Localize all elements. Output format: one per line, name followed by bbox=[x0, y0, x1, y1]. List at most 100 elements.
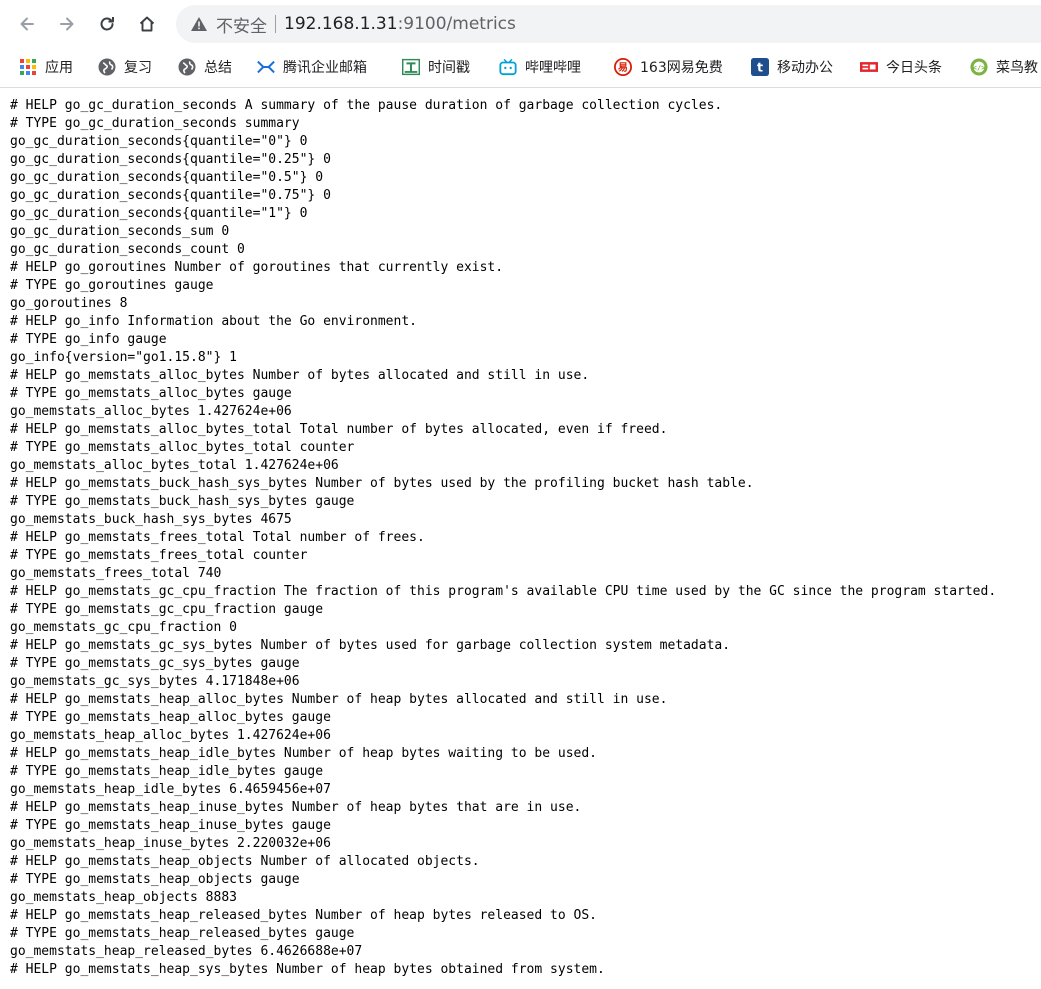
metric-line: go_memstats_gc_sys_bytes 4.171848e+06 bbox=[10, 674, 300, 689]
bookmark-label: 腾讯企业邮箱 bbox=[283, 60, 367, 76]
metric-line: # HELP go_gc_duration_seconds A summary … bbox=[10, 98, 723, 113]
metric-line: # TYPE go_memstats_gc_sys_bytes gauge bbox=[10, 656, 300, 671]
svg-text:</>: </> bbox=[973, 63, 987, 72]
reload-button[interactable] bbox=[89, 6, 125, 42]
arrow-left-icon bbox=[20, 17, 34, 31]
metric-line: # HELP go_memstats_gc_sys_bytes Number o… bbox=[10, 638, 731, 653]
bookmark-toutiao[interactable]: 今日头条 bbox=[860, 52, 942, 82]
bookmark-label: 今日头条 bbox=[886, 60, 942, 76]
bookmark-bilibili[interactable]: 哔哩哔哩 bbox=[499, 52, 581, 82]
apps-grid-icon bbox=[19, 58, 37, 76]
globe-icon bbox=[178, 58, 196, 76]
address-divider bbox=[275, 15, 276, 33]
metric-line: go_gc_duration_seconds_count 0 bbox=[10, 242, 245, 257]
bookmark-label: 时间戳 bbox=[428, 60, 470, 76]
t-icon: t bbox=[751, 58, 769, 76]
home-button[interactable] bbox=[129, 6, 165, 42]
metric-line: # TYPE go_memstats_frees_total counter bbox=[10, 548, 308, 563]
forward-button[interactable] bbox=[49, 6, 85, 42]
bookmark-summary[interactable]: 总结 bbox=[178, 52, 232, 82]
metric-line: go_memstats_gc_cpu_fraction 0 bbox=[10, 620, 237, 635]
metric-line: # HELP go_memstats_gc_cpu_fraction The f… bbox=[10, 584, 997, 599]
metric-line: go_gc_duration_seconds{quantile="0.5"} 0 bbox=[10, 170, 324, 185]
metric-line: # TYPE go_memstats_alloc_bytes_total cou… bbox=[10, 440, 355, 455]
back-button[interactable] bbox=[9, 6, 45, 42]
bookmark-runoob[interactable]: </> 菜鸟教 bbox=[970, 52, 1038, 82]
metric-line: go_info{version="go1.15.8"} 1 bbox=[10, 350, 237, 365]
metric-line: # HELP go_memstats_alloc_bytes_total Tot… bbox=[10, 422, 668, 437]
address-bar[interactable]: 不安全 192.168.1.31:9100/metrics bbox=[176, 5, 1041, 43]
globe-icon bbox=[98, 58, 116, 76]
url-host: 192.168.1.31 bbox=[284, 14, 398, 34]
metric-line: go_gc_duration_seconds{quantile="0.75"} … bbox=[10, 188, 331, 203]
metric-line: # HELP go_memstats_heap_alloc_bytes Numb… bbox=[10, 692, 668, 707]
metric-line: go_memstats_heap_objects 8883 bbox=[10, 890, 237, 905]
arrow-right-icon bbox=[60, 17, 74, 31]
security-label[interactable]: 不安全 bbox=[216, 12, 267, 37]
metric-line: # TYPE go_memstats_heap_inuse_bytes gaug… bbox=[10, 818, 331, 833]
metric-line: # TYPE go_info gauge bbox=[10, 332, 167, 347]
bookmark-review[interactable]: 复习 bbox=[98, 52, 152, 82]
bookmark-label: 复习 bbox=[124, 60, 152, 76]
bookmark-label: 哔哩哔哩 bbox=[525, 60, 581, 76]
metric-line: go_memstats_frees_total 740 bbox=[10, 566, 222, 581]
metric-line: go_memstats_heap_released_bytes 6.462668… bbox=[10, 944, 363, 959]
bookmark-label: 应用 bbox=[45, 60, 73, 76]
netease-icon: 易 bbox=[614, 58, 632, 76]
toutiao-icon bbox=[860, 58, 878, 76]
svg-text:易: 易 bbox=[618, 62, 628, 74]
metric-line: # TYPE go_memstats_buck_hash_sys_bytes g… bbox=[10, 494, 355, 509]
metric-line: go_gc_duration_seconds{quantile="0"} 0 bbox=[10, 134, 308, 149]
reload-icon bbox=[100, 17, 114, 31]
browser-toolbar: 不安全 192.168.1.31:9100/metrics bbox=[0, 0, 1041, 47]
metric-line: # TYPE go_goroutines gauge bbox=[10, 278, 214, 293]
metric-line: go_memstats_buck_hash_sys_bytes 4675 bbox=[10, 512, 292, 527]
metric-line: # HELP go_memstats_frees_total Total num… bbox=[10, 530, 425, 545]
metric-line: # HELP go_memstats_heap_objects Number o… bbox=[10, 854, 480, 869]
metrics-text: # HELP go_gc_duration_seconds A summary … bbox=[10, 97, 1041, 979]
runoob-icon: </> bbox=[970, 58, 988, 76]
metric-line: # HELP go_memstats_heap_released_bytes N… bbox=[10, 908, 597, 923]
metric-line: go_memstats_alloc_bytes_total 1.427624e+… bbox=[10, 458, 339, 473]
home-icon bbox=[139, 16, 155, 32]
svg-text:t: t bbox=[757, 60, 763, 75]
metric-line: go_memstats_alloc_bytes 1.427624e+06 bbox=[10, 404, 292, 419]
metric-line: # HELP go_memstats_alloc_bytes Number of… bbox=[10, 368, 590, 383]
metric-line: go_memstats_heap_alloc_bytes 1.427624e+0… bbox=[10, 728, 331, 743]
metric-line: go_gc_duration_seconds_sum 0 bbox=[10, 224, 230, 239]
metric-line: # HELP go_memstats_heap_inuse_bytes Numb… bbox=[10, 800, 582, 815]
metric-line: # HELP go_memstats_heap_idle_bytes Numbe… bbox=[10, 746, 597, 761]
bookmark-label: 菜鸟教 bbox=[996, 60, 1038, 76]
tencent-mail-icon bbox=[257, 58, 275, 76]
metric-line: # TYPE go_memstats_heap_objects gauge bbox=[10, 872, 300, 887]
bookmark-apps[interactable]: 应用 bbox=[19, 52, 73, 82]
metric-line: go_memstats_heap_inuse_bytes 2.220032e+0… bbox=[10, 836, 331, 851]
metric-line: # HELP go_memstats_heap_sys_bytes Number… bbox=[10, 962, 605, 977]
metric-line: # TYPE go_memstats_gc_cpu_fraction gauge bbox=[10, 602, 324, 617]
metric-line: # HELP go_memstats_buck_hash_sys_bytes N… bbox=[10, 476, 754, 491]
metric-line: go_goroutines 8 bbox=[10, 296, 128, 311]
timestamp-icon bbox=[402, 58, 420, 76]
bookmark-timestamp[interactable]: 时间戳 bbox=[402, 52, 470, 82]
metric-line: # TYPE go_memstats_heap_released_bytes g… bbox=[10, 926, 355, 941]
bookmark-label: 移动办公 bbox=[777, 60, 833, 76]
bookmark-label: 163网易免费 bbox=[640, 60, 723, 76]
bookmark-mobile-office[interactable]: t 移动办公 bbox=[751, 52, 833, 82]
metric-line: # TYPE go_memstats_heap_idle_bytes gauge bbox=[10, 764, 324, 779]
url-path: :9100/metrics bbox=[397, 14, 516, 34]
metric-line: # TYPE go_memstats_alloc_bytes gauge bbox=[10, 386, 292, 401]
metric-line: # HELP go_info Information about the Go … bbox=[10, 314, 417, 329]
metric-line: # HELP go_goroutines Number of goroutine… bbox=[10, 260, 504, 275]
url-text[interactable]: 192.168.1.31:9100/metrics bbox=[284, 14, 516, 34]
metric-line: go_gc_duration_seconds{quantile="1"} 0 bbox=[10, 206, 308, 221]
bookmark-netease[interactable]: 易 163网易免费 bbox=[614, 52, 723, 82]
metric-line: # TYPE go_gc_duration_seconds summary bbox=[10, 116, 300, 131]
metric-line: go_memstats_heap_idle_bytes 6.4659456e+0… bbox=[10, 782, 331, 797]
bookmarks-bar: 应用 复习 总结 腾讯企业邮箱 时间戳 哔哩哔哩 易 163网易免费 t 移动办… bbox=[0, 47, 1041, 88]
metric-line: go_gc_duration_seconds{quantile="0.25"} … bbox=[10, 152, 331, 167]
warning-icon[interactable] bbox=[190, 15, 208, 33]
bookmark-tencent-mail[interactable]: 腾讯企业邮箱 bbox=[257, 52, 367, 82]
metric-line: # TYPE go_memstats_heap_alloc_bytes gaug… bbox=[10, 710, 331, 725]
bookmark-label: 总结 bbox=[204, 60, 232, 76]
bilibili-icon bbox=[499, 58, 517, 76]
